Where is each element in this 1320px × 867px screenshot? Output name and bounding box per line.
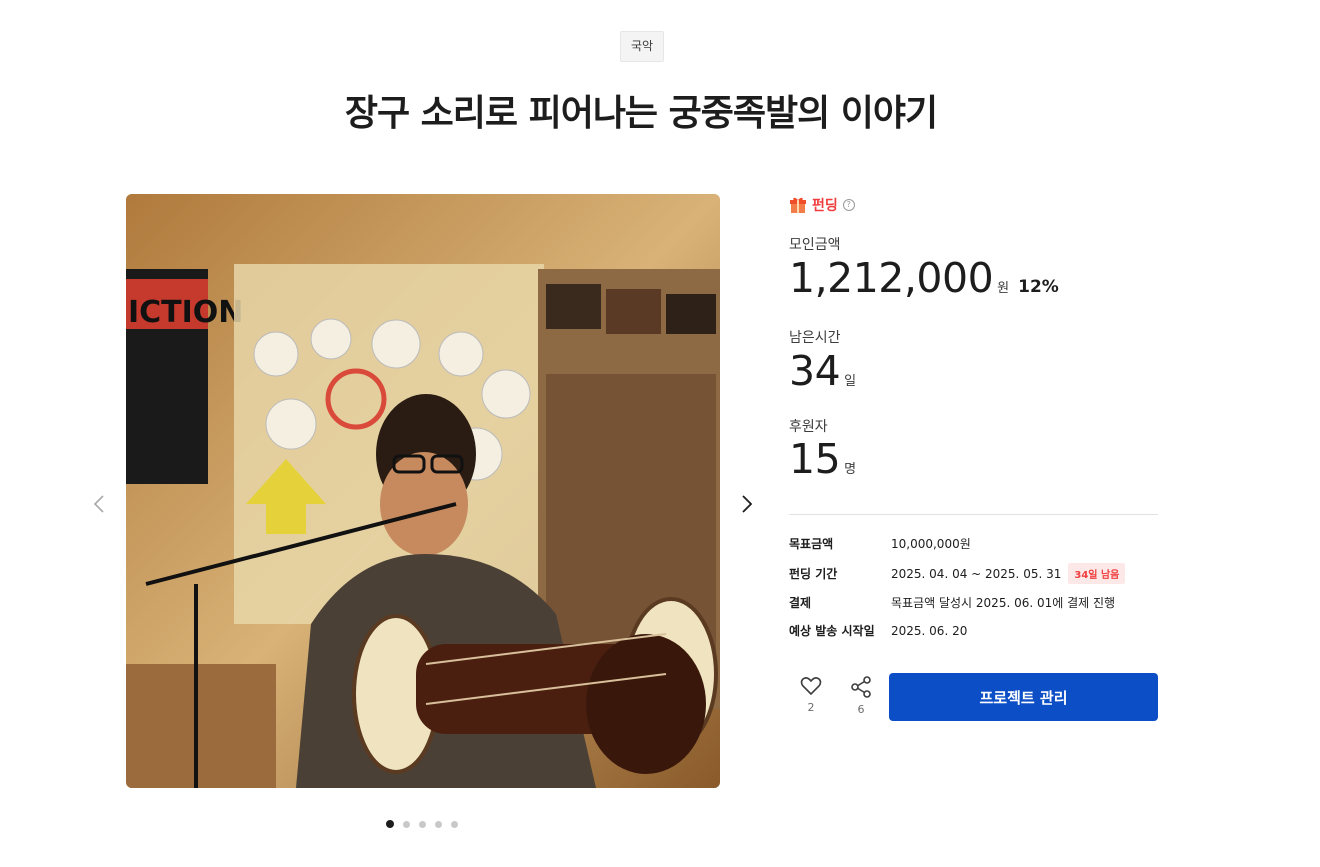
time-label: 남은시간 xyxy=(789,330,841,346)
share-count: 6 xyxy=(857,703,865,716)
project-photo: ICTION xyxy=(126,194,720,788)
carousel-dot-3[interactable] xyxy=(419,820,426,828)
funding-label: 펀딩 xyxy=(812,198,838,214)
carousel-dots xyxy=(386,820,458,828)
page-title: 장구 소리로 피어나는 궁중족발의 이야기 xyxy=(344,93,938,134)
time-unit: 일 xyxy=(844,374,857,389)
help-icon[interactable]: ? xyxy=(842,199,855,211)
backers-value: 15 xyxy=(789,435,841,483)
amount-value-row: 1,212,000 원 12% xyxy=(789,254,1059,302)
manage-project-button[interactable]: 프로젝트 관리 xyxy=(889,673,1158,721)
detail-goal: 목표금액 10,000,000원 xyxy=(789,535,971,552)
backers-label: 후원자 xyxy=(789,419,828,435)
detail-value: 목표금액 달성시 2025. 06. 01에 결제 진행 xyxy=(891,596,1116,610)
svg-text:ICTION: ICTION xyxy=(128,295,243,330)
detail-value: 2025. 06. 20 xyxy=(891,623,968,638)
amount-unit: 원 xyxy=(997,281,1010,296)
like-button[interactable]: 2 xyxy=(789,676,833,714)
heart-icon xyxy=(800,677,822,696)
detail-payment: 결제 목표금액 달성시 2025. 06. 01에 결제 진행 xyxy=(789,594,1115,611)
share-button[interactable]: 6 xyxy=(839,676,883,716)
gift-icon xyxy=(790,197,806,213)
detail-value: 10,000,000원 xyxy=(891,537,971,551)
chevron-left-icon xyxy=(93,495,104,513)
days-remaining-badge: 34일 남음 xyxy=(1068,563,1126,584)
detail-value: 2025. 04. 04 ~ 2025. 05. 31 xyxy=(891,566,1062,581)
amount-label: 모인금액 xyxy=(789,237,841,253)
like-count: 2 xyxy=(807,701,815,714)
detail-key: 펀딩 기간 xyxy=(789,567,838,581)
carousel-next-button[interactable] xyxy=(732,488,762,520)
funding-badge: 펀딩 ? xyxy=(789,195,855,215)
category-tag[interactable]: 국악 xyxy=(620,31,665,62)
backers-unit: 명 xyxy=(844,462,857,477)
detail-key: 예상 발송 시작일 xyxy=(789,624,875,638)
detail-key: 목표금액 xyxy=(789,537,834,551)
time-value-row: 34 일 xyxy=(789,347,856,395)
funding-percent: 12% xyxy=(1018,277,1059,297)
chevron-right-icon xyxy=(742,495,753,513)
carousel-prev-button[interactable] xyxy=(84,488,114,520)
detail-shipping: 예상 발송 시작일 2025. 06. 20 xyxy=(789,622,967,639)
detail-key: 결제 xyxy=(789,596,812,610)
time-value: 34 xyxy=(789,347,841,395)
divider xyxy=(789,514,1158,515)
carousel-dot-2[interactable] xyxy=(403,820,410,828)
share-icon xyxy=(851,676,871,698)
carousel-dot-1[interactable] xyxy=(386,820,394,828)
detail-period: 펀딩 기간 2025. 04. 04 ~ 2025. 05. 31 34일 남음 xyxy=(789,563,1126,584)
backers-value-row: 15 명 xyxy=(789,435,856,483)
amount-value: 1,212,000 xyxy=(789,254,994,302)
carousel-dot-5[interactable] xyxy=(451,820,458,828)
carousel-dot-4[interactable] xyxy=(435,820,442,828)
